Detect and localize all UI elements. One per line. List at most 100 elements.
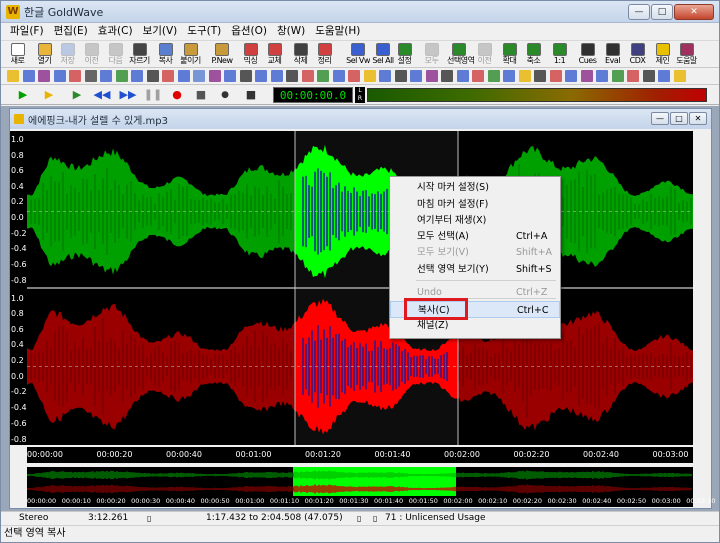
play-selection-button[interactable]: ▶ [39, 87, 59, 103]
maximize-button[interactable]: □ [651, 4, 673, 20]
toolbar-new-file-button[interactable]: 새로 [6, 42, 29, 68]
effect-tool-icon[interactable] [239, 70, 252, 82]
rewind-button[interactable]: ◀◀ [89, 87, 115, 103]
context-menu-item[interactable]: 선택 영역 보기(Y) Shift+S [390, 261, 560, 278]
effect-tool-icon[interactable] [549, 70, 562, 82]
toolbar-mix-button[interactable]: 믹싱 [239, 42, 262, 68]
menu-view[interactable]: 보기(V) [138, 23, 183, 40]
effect-tool-icon[interactable] [394, 70, 407, 82]
toolbar-save-button[interactable]: 저장 [56, 42, 79, 68]
effect-tool-icon[interactable] [270, 70, 283, 82]
effect-tool-icon[interactable] [456, 70, 469, 82]
toolbar-select-view-button[interactable]: Sel Vw [344, 42, 372, 68]
context-menu-item[interactable]: 여기부터 재생(X) [390, 212, 560, 229]
toolbar-paste-new-button[interactable]: P.New [208, 42, 236, 68]
effect-tool-icon[interactable] [100, 70, 112, 82]
effect-tool-icon[interactable] [611, 70, 624, 82]
toolbar-undo-button[interactable]: 이전 [80, 42, 103, 68]
toolbar-zoom-out-button[interactable]: 축소 [522, 42, 545, 68]
effect-tool-icon[interactable] [224, 70, 236, 82]
toolbar-zoom-1-1-button[interactable]: 1:1 [548, 42, 571, 68]
context-menu-item[interactable]: 모두 보기(V) Shift+A [390, 244, 560, 261]
toolbar-zoom-selection-button[interactable]: 선택영역 [447, 42, 475, 68]
close-button[interactable]: ✕ [674, 4, 714, 20]
menu-file[interactable]: 파일(F) [5, 23, 49, 40]
fast-forward-button[interactable]: ▶▶ [115, 87, 141, 103]
effect-tool-icon[interactable] [580, 70, 593, 82]
toolbar-redo-button[interactable]: 다음 [104, 42, 127, 68]
effect-tool-icon[interactable] [162, 70, 174, 82]
toolbar-settings-button[interactable]: 설정 [393, 42, 416, 68]
effect-tool-icon[interactable] [379, 70, 391, 82]
effect-tool-icon[interactable] [53, 70, 66, 82]
toolbar-delete-button[interactable]: 삭제 [289, 42, 312, 68]
effect-tool-icon[interactable] [69, 70, 81, 82]
pause-button[interactable]: ❚❚ [143, 87, 163, 103]
effect-tool-icon[interactable] [84, 70, 97, 82]
play-button[interactable]: ▶ [13, 87, 33, 103]
toolbar-scissors-button[interactable]: 자르기 [128, 42, 151, 68]
effect-tool-icon[interactable] [332, 70, 345, 82]
record-mode-button[interactable]: ● [215, 87, 235, 103]
effect-tool-icon[interactable] [472, 70, 484, 82]
sound-window-titlebar[interactable]: 에에핑크-내가 설렐 수 있게.mp3 — □ ✕ [10, 109, 711, 129]
effect-tool-icon[interactable] [301, 70, 314, 82]
toolbar-zoom-all-button[interactable]: 모두 [420, 42, 443, 68]
toolbar-cues-button[interactable]: Cues [576, 42, 599, 68]
context-menu-item[interactable]: 시작 마커 설정(S) [390, 179, 560, 196]
title-bar[interactable]: W 한글 GoldWave — □ ✕ [1, 1, 719, 23]
effect-tool-icon[interactable] [363, 70, 376, 82]
effect-tool-icon[interactable] [425, 70, 438, 82]
effect-tool-icon[interactable] [596, 70, 608, 82]
effect-tool-icon[interactable] [317, 70, 329, 82]
effect-tool-icon[interactable] [673, 70, 686, 82]
menu-window[interactable]: 창(W) [272, 23, 310, 40]
effect-tool-icon[interactable] [487, 70, 500, 82]
record-button[interactable]: ● [167, 87, 187, 103]
effect-tool-icon[interactable] [441, 70, 453, 82]
toolbar-trim-button[interactable]: 정리 [313, 42, 336, 68]
toolbar-zoom-previous-button[interactable]: 이전 [473, 42, 496, 68]
effect-tool-icon[interactable] [410, 70, 422, 82]
effect-tool-icon[interactable] [193, 70, 205, 82]
effect-tool-icon[interactable] [38, 70, 50, 82]
effect-tool-icon[interactable] [565, 70, 577, 82]
menu-edit[interactable]: 편집(E) [49, 23, 93, 40]
effect-tool-icon[interactable] [115, 70, 128, 82]
toolbar-replace-button[interactable]: 교체 [263, 42, 286, 68]
effect-tool-icon[interactable] [658, 70, 670, 82]
effect-tool-icon[interactable] [286, 70, 298, 82]
menu-effects[interactable]: 효과(C) [93, 23, 138, 40]
stop-button[interactable]: ■ [191, 87, 211, 103]
effect-tool-icon[interactable] [627, 70, 639, 82]
sound-minimize-button[interactable]: — [651, 112, 669, 125]
sound-close-button[interactable]: ✕ [689, 112, 707, 125]
menu-options[interactable]: 옵션(O) [226, 23, 272, 40]
effect-tool-icon[interactable] [146, 70, 159, 82]
effect-tool-icon[interactable] [503, 70, 515, 82]
toolbar-paste-button[interactable]: 붙이기 [179, 42, 202, 68]
toolbar-eval-button[interactable]: Eval [601, 42, 624, 68]
menu-tools[interactable]: 도구(T) [182, 23, 226, 40]
effect-tool-icon[interactable] [22, 70, 35, 82]
minimize-button[interactable]: — [628, 4, 650, 20]
effect-tool-icon[interactable] [348, 70, 360, 82]
toolbar-cdx-button[interactable]: CDX [626, 42, 649, 68]
effect-tool-icon[interactable] [518, 70, 531, 82]
waveform-view[interactable] [27, 131, 693, 445]
context-menu-item[interactable]: 마침 마커 설정(F) [390, 196, 560, 213]
toolbar-help-button[interactable]: 도움말 [675, 42, 698, 68]
time-ruler[interactable]: 00:00:00 00:00:20 00:00:40 00:01:00 00:01:20… [27, 447, 693, 463]
toolbar-open-folder-button[interactable]: 열기 [33, 42, 56, 68]
sound-maximize-button[interactable]: □ [670, 112, 688, 125]
effect-tool-icon[interactable] [534, 70, 546, 82]
effect-tool-icon[interactable] [177, 70, 190, 82]
overview-waveform[interactable] [27, 467, 693, 497]
effect-tool-icon[interactable] [131, 70, 143, 82]
effect-tool-icon[interactable] [642, 70, 655, 82]
toolbar-zoom-in-button[interactable]: 확대 [498, 42, 521, 68]
context-menu-item[interactable]: 모두 선택(A) Ctrl+A [390, 228, 560, 245]
play-custom-button[interactable]: ▶ [67, 87, 87, 103]
effect-tool-icon[interactable] [255, 70, 267, 82]
toolbar-copy-button[interactable]: 복사 [154, 42, 177, 68]
